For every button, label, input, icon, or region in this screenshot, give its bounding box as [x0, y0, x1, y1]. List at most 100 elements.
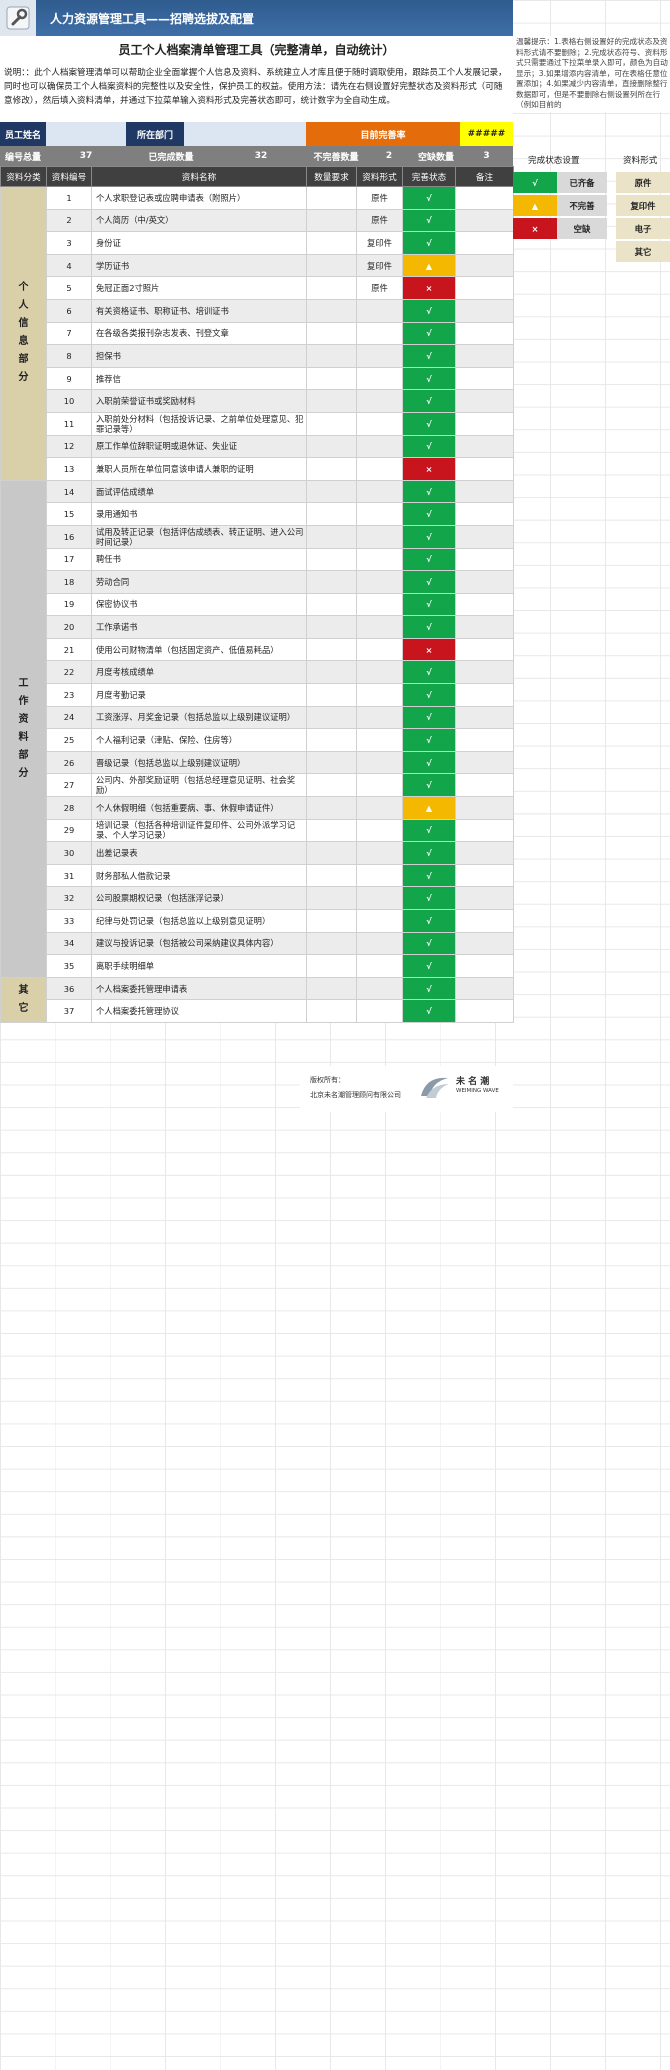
row-form[interactable]	[356, 818, 403, 843]
row-form[interactable]	[356, 457, 403, 481]
row-form[interactable]	[356, 366, 403, 391]
row-qty[interactable]	[306, 750, 357, 775]
row-note[interactable]	[455, 366, 514, 391]
row-qty[interactable]	[306, 344, 357, 368]
row-form[interactable]: 复印件	[356, 253, 403, 278]
row-qty[interactable]	[306, 253, 357, 278]
row-qty[interactable]	[306, 637, 357, 662]
row-qty[interactable]	[306, 411, 357, 436]
row-form[interactable]	[356, 773, 403, 798]
row-form[interactable]	[356, 728, 403, 752]
row-qty[interactable]	[306, 683, 357, 707]
row-status[interactable]: √	[402, 570, 456, 594]
row-note[interactable]	[455, 208, 514, 233]
row-form[interactable]	[356, 570, 403, 594]
row-form[interactable]: 原件	[356, 186, 403, 210]
row-qty[interactable]	[306, 457, 357, 481]
row-status[interactable]: √	[402, 728, 456, 752]
row-form[interactable]	[356, 796, 403, 820]
row-note[interactable]	[455, 434, 514, 459]
row-note[interactable]	[455, 344, 514, 368]
row-form[interactable]	[356, 750, 403, 775]
row-status[interactable]: √	[402, 886, 456, 910]
row-note[interactable]	[455, 479, 514, 504]
row-status[interactable]: √	[402, 344, 456, 368]
row-qty[interactable]	[306, 276, 357, 300]
row-qty[interactable]	[306, 502, 357, 526]
row-status[interactable]: √	[402, 683, 456, 707]
row-status[interactable]: √	[402, 434, 456, 459]
row-form[interactable]	[356, 886, 403, 910]
row-form[interactable]	[356, 344, 403, 368]
row-note[interactable]	[455, 728, 514, 752]
row-note[interactable]	[455, 909, 514, 933]
row-note[interactable]	[455, 389, 514, 413]
row-note[interactable]	[455, 976, 514, 1001]
row-note[interactable]	[455, 457, 514, 481]
row-note[interactable]	[455, 592, 514, 617]
row-status[interactable]: √	[402, 750, 456, 775]
row-qty[interactable]	[306, 728, 357, 752]
row-status[interactable]: √	[402, 502, 456, 526]
row-note[interactable]	[455, 954, 514, 978]
row-note[interactable]	[455, 298, 514, 323]
row-form[interactable]	[356, 502, 403, 526]
row-status[interactable]: √	[402, 615, 456, 639]
row-status[interactable]: √	[402, 366, 456, 391]
row-note[interactable]	[455, 705, 514, 730]
row-form[interactable]	[356, 547, 403, 572]
row-status[interactable]: ▲	[402, 253, 456, 278]
row-qty[interactable]	[306, 909, 357, 933]
row-status[interactable]: √	[402, 298, 456, 323]
row-note[interactable]	[455, 411, 514, 436]
row-form[interactable]	[356, 909, 403, 933]
row-qty[interactable]	[306, 366, 357, 391]
row-qty[interactable]	[306, 886, 357, 910]
row-status[interactable]: √	[402, 931, 456, 956]
row-form[interactable]: 原件	[356, 208, 403, 233]
row-form[interactable]: 原件	[356, 276, 403, 300]
row-note[interactable]	[455, 773, 514, 798]
row-qty[interactable]	[306, 231, 357, 255]
row-qty[interactable]	[306, 479, 357, 504]
row-note[interactable]	[455, 931, 514, 956]
row-qty[interactable]	[306, 818, 357, 843]
row-qty[interactable]	[306, 298, 357, 323]
row-status[interactable]: ×	[402, 457, 456, 481]
row-form[interactable]	[356, 705, 403, 730]
row-qty[interactable]	[306, 547, 357, 572]
row-qty[interactable]	[306, 999, 357, 1023]
row-form[interactable]	[356, 931, 403, 956]
row-note[interactable]	[455, 570, 514, 594]
row-note[interactable]	[455, 660, 514, 685]
row-note[interactable]	[455, 683, 514, 707]
row-note[interactable]	[455, 615, 514, 639]
row-qty[interactable]	[306, 570, 357, 594]
row-note[interactable]	[455, 637, 514, 662]
row-form[interactable]	[356, 637, 403, 662]
row-note[interactable]	[455, 186, 514, 210]
row-qty[interactable]	[306, 186, 357, 210]
row-qty[interactable]	[306, 524, 357, 549]
row-qty[interactable]	[306, 796, 357, 820]
row-qty[interactable]	[306, 976, 357, 1001]
row-form[interactable]	[356, 999, 403, 1023]
row-status[interactable]: √	[402, 999, 456, 1023]
row-note[interactable]	[455, 524, 514, 549]
row-form[interactable]	[356, 434, 403, 459]
row-status[interactable]: ▲	[402, 796, 456, 820]
row-note[interactable]	[455, 999, 514, 1023]
row-qty[interactable]	[306, 208, 357, 233]
row-note[interactable]	[455, 547, 514, 572]
row-status[interactable]: ×	[402, 637, 456, 662]
row-status[interactable]: √	[402, 524, 456, 549]
row-note[interactable]	[455, 231, 514, 255]
row-status[interactable]: √	[402, 841, 456, 865]
row-form[interactable]: 复印件	[356, 231, 403, 255]
row-note[interactable]	[455, 886, 514, 910]
row-qty[interactable]	[306, 954, 357, 978]
row-note[interactable]	[455, 863, 514, 888]
row-note[interactable]	[455, 750, 514, 775]
row-form[interactable]	[356, 479, 403, 504]
row-status[interactable]: √	[402, 818, 456, 843]
